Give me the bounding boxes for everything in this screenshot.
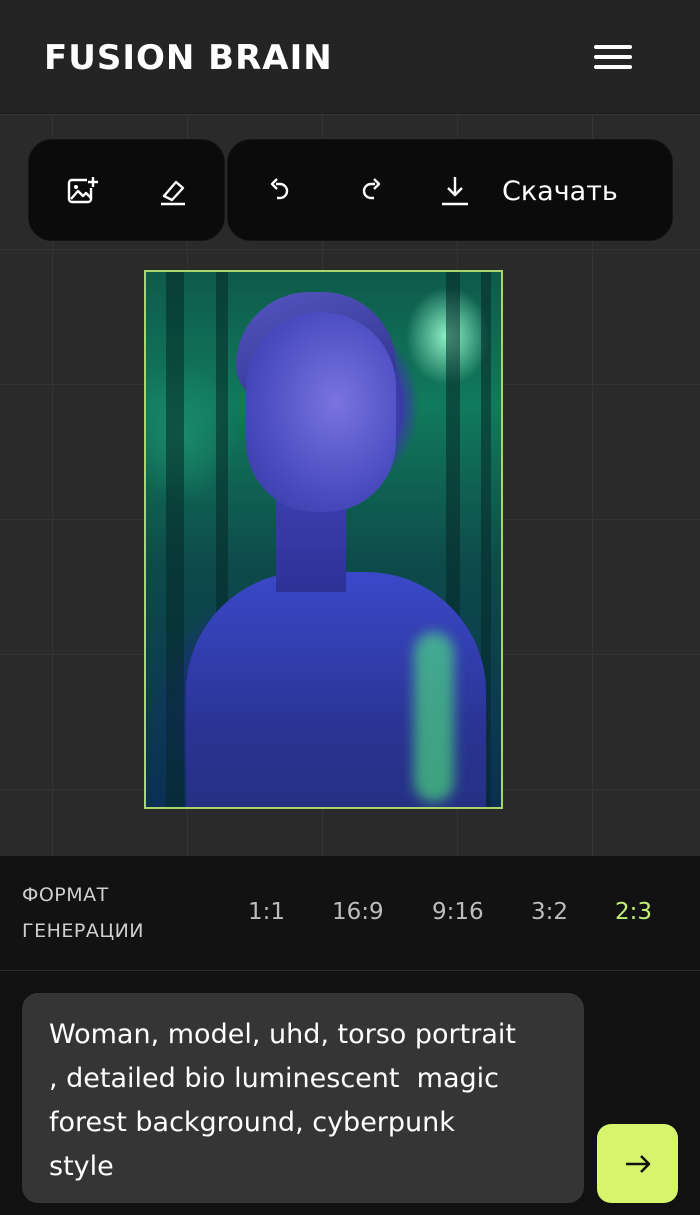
download-label: Скачать [502,175,618,207]
format-option-2-3[interactable]: 2:3 [615,896,652,928]
portrait-face [246,312,396,512]
image-plus-icon [67,176,99,204]
undo-icon [270,178,289,200]
eraser-button[interactable] [153,171,193,211]
format-option-1-1[interactable]: 1:1 [248,896,285,928]
download-button[interactable]: Скачать [438,168,618,214]
app-logo[interactable]: FUSION BRAIN [44,38,333,78]
format-label-line2: ГЕНЕРАЦИИ [22,920,145,942]
canvas-workspace[interactable]: Скачать [0,114,700,856]
add-image-button[interactable] [62,171,102,211]
neon-glow [414,632,454,802]
arrow-right-icon [625,1154,650,1173]
format-label-line1: ФОРМАТ [22,884,109,906]
forest-trunk [166,272,184,807]
send-button[interactable] [597,1124,678,1203]
format-option-9-16[interactable]: 9:16 [432,896,484,928]
format-option-3-2[interactable]: 3:2 [531,896,568,928]
history-toolbar: Скачать [227,139,673,241]
generated-image[interactable] [144,270,503,809]
eraser-icon [161,180,185,206]
redo-icon [362,178,381,200]
redo-button[interactable] [352,171,392,211]
download-icon [442,177,468,206]
prompt-input[interactable]: Woman, model, uhd, torso portrait , deta… [22,993,584,1203]
undo-button[interactable] [259,171,299,211]
format-label: ФОРМАТ ГЕНЕРАЦИИ [22,877,192,949]
hamburger-menu-icon[interactable] [588,38,638,78]
edit-toolbar [28,139,225,241]
format-option-16-9[interactable]: 16:9 [332,896,384,928]
app-header: FUSION BRAIN [0,0,700,114]
